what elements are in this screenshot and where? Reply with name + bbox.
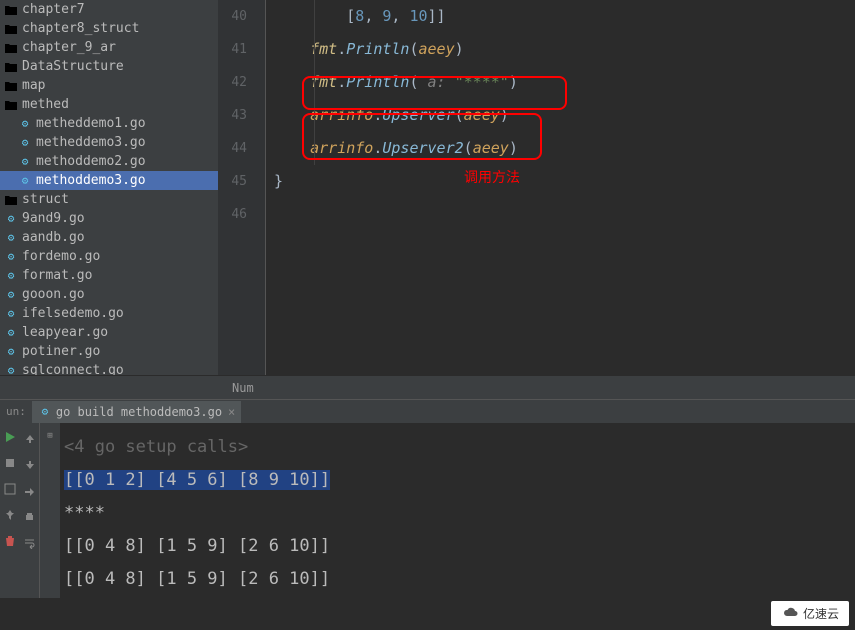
- tree-folder[interactable]: methed: [0, 95, 218, 114]
- pin-icon[interactable]: [2, 507, 18, 523]
- run-label: un:: [0, 405, 32, 418]
- go-file-icon: ⚙: [4, 269, 18, 283]
- tree-file[interactable]: ⚙metheddemo3.go: [0, 133, 218, 152]
- tree-folder[interactable]: chapter8_struct: [0, 19, 218, 38]
- tree-file[interactable]: ⚙methoddemo2.go: [0, 152, 218, 171]
- tree-file[interactable]: ⚙fordemo.go: [0, 247, 218, 266]
- go-file-icon: ⚙: [4, 250, 18, 264]
- console-line: [[0 4 8] [1 5 9] [2 6 10]]: [64, 563, 851, 596]
- delete-icon[interactable]: [2, 533, 18, 549]
- folder-icon: [4, 193, 18, 207]
- console-toolbar: [0, 423, 40, 598]
- folder-icon: [4, 60, 18, 74]
- cloud-icon: [781, 606, 799, 621]
- tree-folder[interactable]: chapter7: [0, 0, 218, 19]
- folder-icon: [4, 22, 18, 36]
- folder-icon: [4, 79, 18, 93]
- up-icon[interactable]: [22, 431, 38, 447]
- layout-icon[interactable]: [2, 481, 18, 497]
- code-line-42: fmt.Println( a: "****"): [274, 66, 855, 99]
- tree-file[interactable]: ⚙aandb.go: [0, 228, 218, 247]
- code-line-40: [8, 9, 10]]: [274, 0, 855, 33]
- console-expand-column: ⊞: [40, 423, 60, 598]
- watermark-text: 亿速云: [803, 605, 839, 622]
- print-icon[interactable]: [22, 509, 38, 525]
- watermark: 亿速云: [771, 601, 849, 626]
- go-file-icon: ⚙: [4, 326, 18, 340]
- tree-folder[interactable]: struct: [0, 190, 218, 209]
- console-output[interactable]: <4 go setup calls> [[0 1 2] [4 5 6] [8 9…: [60, 423, 855, 598]
- tree-folder[interactable]: map: [0, 76, 218, 95]
- status-text: Num: [232, 381, 254, 395]
- annotation-text: 调用方法: [464, 167, 520, 187]
- tree-file[interactable]: ⚙ifelsedemo.go: [0, 304, 218, 323]
- console-line: ****: [64, 497, 851, 530]
- tree-file[interactable]: ⚙metheddemo1.go: [0, 114, 218, 133]
- console-line: [[0 4 8] [1 5 9] [2 6 10]]: [64, 530, 851, 563]
- go-file-icon: ⚙: [18, 155, 32, 169]
- go-file-icon: ⚙: [18, 117, 32, 131]
- tree-file[interactable]: ⚙leapyear.go: [0, 323, 218, 342]
- folder-icon: [4, 98, 18, 112]
- code-line-46: [274, 198, 855, 231]
- tree-folder[interactable]: chapter_9_ar: [0, 38, 218, 57]
- line-number-gutter: 40 41 42 43 44 45 46: [218, 0, 266, 375]
- code-editor[interactable]: 40 41 42 43 44 45 46 [8, 9, 10]] fmt.Pri…: [218, 0, 855, 375]
- console-tab[interactable]: ⚙ go build methoddemo3.go ×: [32, 401, 241, 423]
- folder-icon: [4, 3, 18, 17]
- console-line-setup: <4 go setup calls>: [64, 431, 851, 464]
- go-file-icon: ⚙: [4, 364, 18, 376]
- stop-disabled-icon[interactable]: [2, 455, 18, 471]
- code-line-43: arrinfo.Upserver(aeey): [274, 99, 855, 132]
- tree-file[interactable]: ⚙gooon.go: [0, 285, 218, 304]
- expand-icon[interactable]: ⊞: [47, 431, 52, 441]
- tree-file[interactable]: ⚙sqlconnect.go: [0, 361, 218, 375]
- go-file-icon: ⚙: [18, 136, 32, 150]
- tree-file[interactable]: ⚙format.go: [0, 266, 218, 285]
- tree-file-selected[interactable]: ⚙methoddemo3.go: [0, 171, 218, 190]
- status-bar: Num: [0, 375, 855, 399]
- wrap-icon[interactable]: [22, 535, 38, 551]
- code-line-44: arrinfo.Upserver2(aeey): [274, 132, 855, 165]
- down-icon[interactable]: [22, 457, 38, 473]
- tree-file[interactable]: ⚙9and9.go: [0, 209, 218, 228]
- go-file-icon: ⚙: [4, 307, 18, 321]
- code-line-45: }: [274, 165, 855, 198]
- project-tree[interactable]: chapter7 chapter8_struct chapter_9_ar Da…: [0, 0, 218, 375]
- export-icon[interactable]: [22, 483, 38, 499]
- go-file-icon: ⚙: [4, 231, 18, 245]
- console-line: [[0 1 2] [4 5 6] [8 9 10]]: [64, 464, 851, 497]
- tree-folder[interactable]: DataStructure: [0, 57, 218, 76]
- go-file-icon: ⚙: [4, 212, 18, 226]
- go-file-icon: ⚙: [18, 174, 32, 188]
- code-content[interactable]: [8, 9, 10]] fmt.Println(aeey) fmt.Printl…: [266, 0, 855, 375]
- go-file-icon: ⚙: [4, 345, 18, 359]
- tree-file[interactable]: ⚙potiner.go: [0, 342, 218, 361]
- indent-guide: [314, 0, 315, 165]
- folder-icon: [4, 41, 18, 55]
- go-file-icon: ⚙: [38, 405, 52, 419]
- rerun-icon[interactable]: [2, 429, 18, 445]
- go-file-icon: ⚙: [4, 288, 18, 302]
- console-tab-label: go build methoddemo3.go: [56, 405, 222, 419]
- console-tab-bar: un: ⚙ go build methoddemo3.go ×: [0, 399, 855, 423]
- close-icon[interactable]: ×: [228, 405, 235, 419]
- code-line-41: fmt.Println(aeey): [274, 33, 855, 66]
